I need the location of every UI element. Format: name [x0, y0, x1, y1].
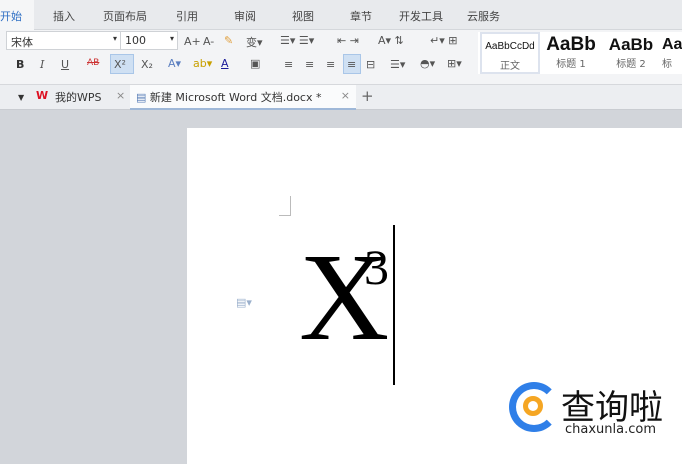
chevron-down-icon: ▾: [112, 34, 117, 43]
justify-icon[interactable]: ≡: [343, 54, 361, 74]
document-page[interactable]: ▤▾ X 3 查询啦 chaxunla.com: [187, 128, 682, 464]
margin-corner-mark: [279, 196, 291, 216]
paste-options-icon[interactable]: ▤▾: [236, 296, 252, 309]
tab-page-layout[interactable]: 页面布局: [103, 8, 147, 24]
char-shading-icon[interactable]: ▣: [250, 57, 260, 70]
text-effect-icon[interactable]: A▾ ⇅: [378, 34, 404, 47]
distribute-icon[interactable]: ⊟: [366, 58, 375, 71]
tab-developer[interactable]: 开发工具: [399, 8, 443, 24]
font-name-value: 宋体: [11, 36, 33, 49]
text-outline-icon[interactable]: A▾: [168, 57, 181, 70]
tab-references[interactable]: 引用: [176, 8, 198, 24]
font-name-select[interactable]: 宋体 ▾: [6, 31, 121, 50]
style-heading-3[interactable]: Aa 标: [662, 32, 682, 74]
shading-icon[interactable]: ◓▾: [420, 57, 435, 70]
chevron-down-icon: ▾: [169, 34, 174, 43]
watermark-url: chaxunla.com: [565, 422, 656, 437]
bullets-icon[interactable]: ☰▾ ☰▾: [280, 34, 314, 47]
subscript-button[interactable]: X₂: [141, 58, 153, 71]
highlight-icon[interactable]: ab▾: [193, 57, 212, 70]
style-name: 标: [662, 58, 682, 72]
style-heading-1[interactable]: AaBb 标题 1: [542, 32, 600, 74]
paragraph-mark-icon[interactable]: ↵▾ ⊞: [430, 34, 457, 47]
style-heading-2[interactable]: AaBb 标题 2: [602, 32, 660, 74]
tab-list-dropdown-icon[interactable]: ▼: [18, 93, 24, 102]
italic-button[interactable]: I: [40, 58, 44, 71]
style-name: 标题 1: [542, 58, 600, 72]
tab-document[interactable]: ▤ 新建 Microsoft Word 文档.docx * ×: [130, 85, 356, 110]
style-preview: AaBb: [546, 34, 596, 55]
style-name: 正文: [482, 60, 538, 72]
tab-cloud[interactable]: 云服务: [467, 8, 500, 24]
line-spacing-icon[interactable]: ☰▾: [390, 58, 405, 71]
style-preview: AaBb: [608, 35, 654, 54]
tab-view[interactable]: 视图: [292, 8, 314, 24]
style-name: 标题 2: [602, 58, 660, 72]
superscript-button[interactable]: X²: [110, 54, 134, 74]
tab-chapter[interactable]: 章节: [350, 8, 372, 24]
font-size-select[interactable]: 100 ▾: [120, 31, 178, 50]
superscript-text: 3: [364, 239, 389, 295]
tab-insert[interactable]: 插入: [53, 8, 75, 24]
bold-button[interactable]: B: [16, 58, 24, 71]
align-left-icon[interactable]: ≡: [284, 58, 293, 71]
underline-button[interactable]: U: [61, 58, 69, 71]
indent-icon[interactable]: ⇤ ⇥: [337, 34, 359, 47]
document-tabs: ▼ W 我的WPS × ▤ 新建 Microsoft Word 文档.docx …: [0, 85, 682, 110]
align-right-icon[interactable]: ≡: [326, 58, 335, 71]
text-cursor: [393, 225, 395, 385]
toolbar: 宋体 ▾ 100 ▾ A+ A- ✎ 变▾ ☰▾ ☰▾ ⇤ ⇥ A▾ ⇅ ↵▾ ⊞ …: [0, 30, 682, 85]
close-tab-icon[interactable]: ×: [341, 89, 350, 102]
style-preview: AaBbCcDd: [485, 41, 535, 52]
styles-gallery: AaBbCcDd 正文 AaBb 标题 1 AaBb 标题 2 Aa 标: [478, 32, 682, 74]
style-normal[interactable]: AaBbCcDd 正文: [480, 32, 540, 74]
tab-my-wps[interactable]: 我的WPS: [55, 89, 102, 105]
font-color-button[interactable]: A: [221, 57, 229, 70]
shrink-font-button[interactable]: A-: [203, 35, 214, 48]
wps-logo-icon: W: [36, 89, 49, 102]
strikethrough-button[interactable]: AB: [87, 58, 99, 68]
pinyin-icon[interactable]: 变▾: [246, 34, 263, 50]
close-tab-icon[interactable]: ×: [116, 89, 125, 102]
document-icon: ▤: [136, 91, 147, 104]
font-size-value: 100: [125, 34, 146, 47]
watermark-magnifier-icon: [523, 396, 543, 416]
align-center-icon[interactable]: ≡: [305, 58, 314, 71]
style-preview: Aa: [662, 36, 682, 53]
grow-font-button[interactable]: A+: [184, 35, 201, 48]
clear-format-icon[interactable]: ✎: [224, 34, 233, 47]
new-tab-button[interactable]: +: [361, 87, 374, 105]
document-tab-title: 新建 Microsoft Word 文档.docx *: [149, 91, 322, 104]
tab-home[interactable]: 开始: [0, 0, 34, 30]
ribbon-tabs: 开始 插入 页面布局 引用 审阅 视图 章节 开发工具 云服务: [0, 0, 682, 30]
tab-review[interactable]: 审阅: [234, 8, 256, 24]
border-icon[interactable]: ⊞▾: [447, 57, 462, 70]
